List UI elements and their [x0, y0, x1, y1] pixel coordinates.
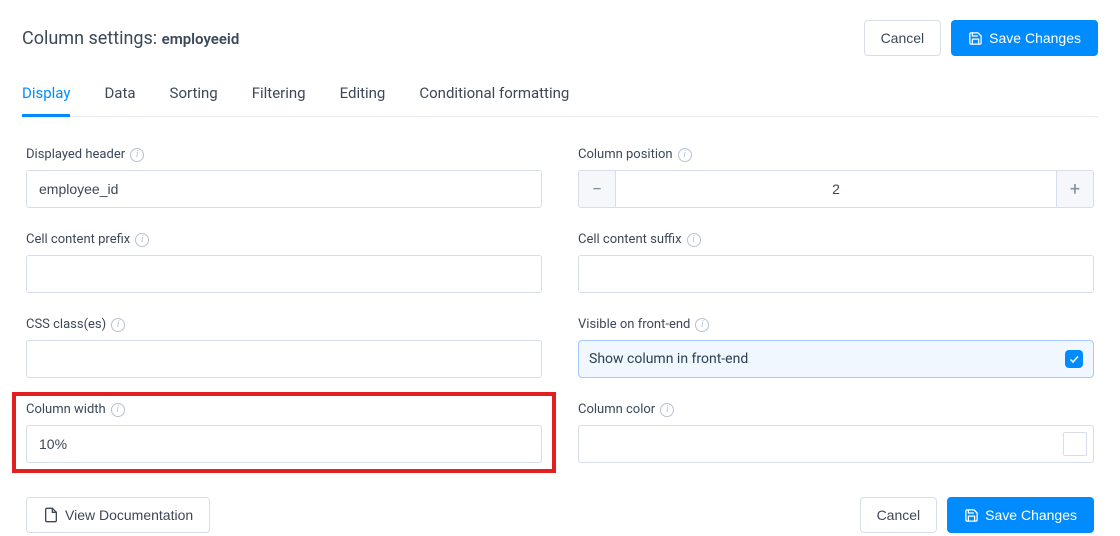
tab-filtering[interactable]: Filtering: [252, 84, 306, 116]
save-icon: [964, 508, 979, 523]
column-width-label: Column width: [26, 402, 106, 417]
info-icon[interactable]: i: [130, 148, 144, 162]
field-cell-suffix: Cell content suffix i: [578, 232, 1094, 293]
cancel-label: Cancel: [877, 507, 921, 523]
css-classes-input[interactable]: [26, 340, 542, 378]
tab-display[interactable]: Display: [22, 84, 70, 117]
visible-frontend-toggle[interactable]: Show column in front-end: [578, 340, 1094, 378]
visible-frontend-label: Visible on front-end: [578, 317, 690, 332]
info-icon[interactable]: i: [111, 318, 125, 332]
stepper-decrement-button[interactable]: −: [578, 170, 616, 208]
field-visible-frontend: Visible on front-end i Show column in fr…: [578, 317, 1094, 378]
field-displayed-header: Displayed header i: [26, 147, 542, 208]
checkbox-checked-icon: [1065, 350, 1083, 368]
column-position-label: Column position: [578, 147, 673, 162]
displayed-header-label: Displayed header: [26, 147, 125, 162]
save-label: Save Changes: [989, 30, 1081, 46]
title-prefix: Column settings:: [22, 28, 162, 49]
color-swatch[interactable]: [1063, 432, 1087, 456]
save-button-footer[interactable]: Save Changes: [947, 497, 1094, 533]
tab-editing[interactable]: Editing: [340, 84, 386, 116]
save-label: Save Changes: [985, 507, 1077, 523]
cancel-button-footer[interactable]: Cancel: [860, 497, 938, 533]
title-subject: employeeid: [162, 30, 240, 48]
displayed-header-input[interactable]: [26, 170, 542, 208]
footer-row: View Documentation Cancel Save Changes: [22, 497, 1098, 533]
info-icon[interactable]: i: [135, 233, 149, 247]
header-row: Column settings: employeeid Cancel Save …: [22, 20, 1098, 56]
column-position-stepper: − +: [578, 170, 1094, 208]
column-position-input[interactable]: [616, 170, 1056, 208]
field-css-classes: CSS class(es) i: [26, 317, 542, 378]
save-icon: [968, 31, 983, 46]
info-icon[interactable]: i: [111, 403, 125, 417]
info-icon[interactable]: i: [660, 403, 674, 417]
column-color-input[interactable]: [578, 425, 1094, 463]
info-icon[interactable]: i: [695, 318, 709, 332]
cancel-label: Cancel: [881, 30, 925, 46]
view-docs-label: View Documentation: [65, 507, 193, 523]
tab-conditional-formatting[interactable]: Conditional formatting: [419, 84, 569, 116]
view-documentation-button[interactable]: View Documentation: [26, 497, 210, 533]
column-color-label: Column color: [578, 402, 655, 417]
tabs: Display Data Sorting Filtering Editing C…: [22, 84, 1098, 117]
cancel-button[interactable]: Cancel: [864, 20, 942, 56]
cell-prefix-input[interactable]: [26, 255, 542, 293]
page-title: Column settings: employeeid: [22, 28, 239, 49]
tab-sorting[interactable]: Sorting: [170, 84, 218, 116]
field-cell-prefix: Cell content prefix i: [26, 232, 542, 293]
info-icon[interactable]: i: [678, 148, 692, 162]
document-icon: [43, 507, 59, 523]
cell-suffix-label: Cell content suffix: [578, 232, 682, 247]
field-column-color: Column color i: [578, 402, 1094, 463]
css-classes-label: CSS class(es): [26, 317, 106, 332]
field-column-width: Column width i: [26, 402, 542, 463]
tab-data[interactable]: Data: [104, 84, 135, 116]
save-button[interactable]: Save Changes: [951, 20, 1098, 56]
stepper-increment-button[interactable]: +: [1056, 170, 1094, 208]
field-column-position: Column position i − +: [578, 147, 1094, 208]
info-icon[interactable]: i: [687, 233, 701, 247]
cell-prefix-label: Cell content prefix: [26, 232, 130, 247]
cell-suffix-input[interactable]: [578, 255, 1094, 293]
column-width-input[interactable]: [26, 425, 542, 463]
visible-frontend-text: Show column in front-end: [589, 351, 748, 367]
